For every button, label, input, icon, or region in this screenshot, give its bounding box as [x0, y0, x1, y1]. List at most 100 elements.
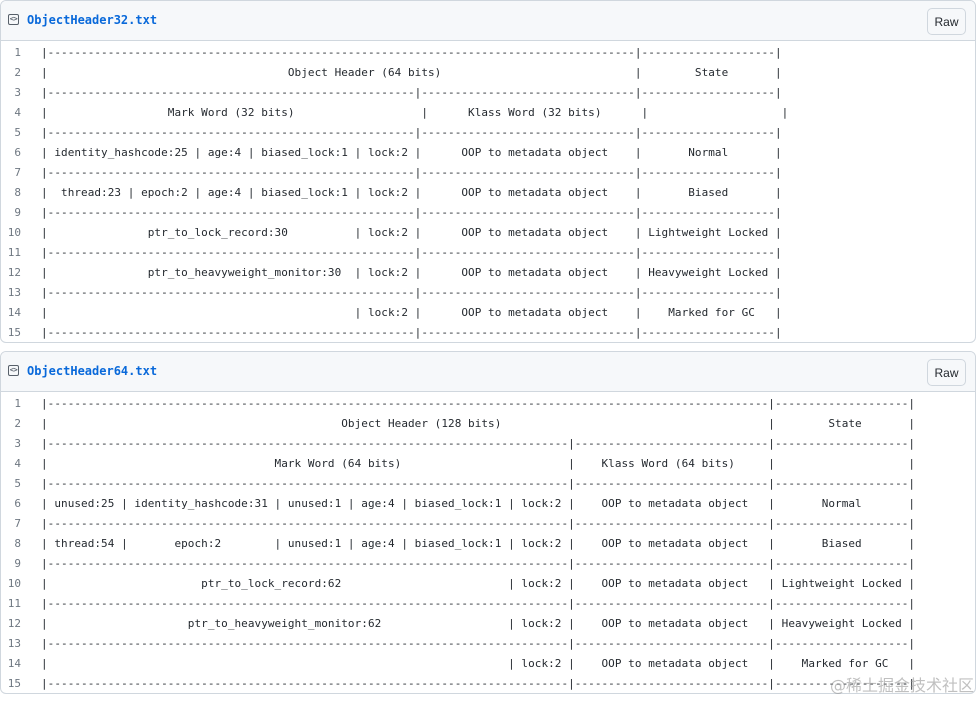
line-number[interactable]: 10 — [1, 577, 41, 590]
raw-button[interactable]: Raw — [927, 8, 966, 35]
raw-button[interactable]: Raw — [927, 359, 966, 386]
code-line: 10 | ptr_to_lock_record:62 | lock:2 | OOP… — [1, 573, 975, 593]
code-line: 8 | thread:54 | epoch:2 | unused:1 | age:… — [1, 533, 975, 553]
code-file-icon: <> — [8, 365, 19, 376]
line-content: | Object Header (128 bits) | State | — [41, 416, 916, 430]
gist-file-objectheader64: <> ObjectHeader64.txt Raw 1 |------------… — [0, 351, 976, 694]
file-name-link[interactable]: ObjectHeader64.txt — [27, 364, 157, 378]
line-content: |---------------------------------------… — [41, 596, 916, 610]
line-content: | | lock:2 | OOP to metadata object | Ma… — [41, 656, 916, 670]
code-line: 12 | ptr_to_heavyweight_monitor:30 | lock… — [1, 262, 975, 282]
line-content: |---------------------------------------… — [41, 285, 782, 299]
line-number[interactable]: 12 — [1, 266, 41, 279]
line-content: | Object Header (64 bits) | State | — [41, 65, 782, 79]
line-content: |---------------------------------------… — [41, 245, 782, 259]
file-header: <> ObjectHeader32.txt Raw — [1, 1, 975, 41]
line-number[interactable]: 5 — [1, 126, 41, 139]
line-number[interactable]: 1 — [1, 397, 41, 410]
line-number[interactable]: 3 — [1, 86, 41, 99]
line-content: |---------------------------------------… — [41, 325, 782, 339]
code-line: 10 | ptr_to_lock_record:30 | lock:2 | OOP… — [1, 222, 975, 242]
line-content: | unused:25 | identity_hashcode:31 | unu… — [41, 496, 916, 510]
line-number[interactable]: 6 — [1, 146, 41, 159]
line-number[interactable]: 8 — [1, 537, 41, 550]
code-file-icon: <> — [8, 14, 19, 25]
code-line: 15 |-------------------------------------… — [1, 673, 975, 693]
line-content: | ptr_to_heavyweight_monitor:62 | lock:2… — [41, 616, 916, 630]
line-number[interactable]: 3 — [1, 437, 41, 450]
line-number[interactable]: 14 — [1, 306, 41, 319]
line-number[interactable]: 2 — [1, 66, 41, 79]
code-block: 1 |--------------------------------------… — [1, 41, 975, 342]
watermark: @稀土掘金技术社区 — [829, 676, 974, 695]
code-line: 15 |-------------------------------------… — [1, 322, 975, 342]
line-content: | ptr_to_lock_record:62 | lock:2 | OOP t… — [41, 576, 916, 590]
code-line: 1 |--------------------------------------… — [1, 42, 975, 62]
code-line: 4 | Mark Word (32 bits) | Klass Word (32 … — [1, 102, 975, 122]
line-number[interactable]: 5 — [1, 477, 41, 490]
line-number[interactable]: 12 — [1, 617, 41, 630]
line-content: | thread:54 | epoch:2 | unused:1 | age:4… — [41, 536, 916, 550]
code-line: 5 |--------------------------------------… — [1, 473, 975, 493]
code-line: 4 | Mark Word (64 bits) | Klass Word (64 … — [1, 453, 975, 473]
line-content: | ptr_to_lock_record:30 | lock:2 | OOP t… — [41, 225, 782, 239]
line-content: |---------------------------------------… — [41, 125, 782, 139]
line-number[interactable]: 2 — [1, 417, 41, 430]
line-content: |---------------------------------------… — [41, 476, 916, 490]
line-number[interactable]: 14 — [1, 657, 41, 670]
line-number[interactable]: 15 — [1, 326, 41, 339]
line-number[interactable]: 4 — [1, 106, 41, 119]
code-line: 3 |--------------------------------------… — [1, 433, 975, 453]
line-content: |---------------------------------------… — [41, 45, 782, 59]
line-content: |---------------------------------------… — [41, 636, 916, 650]
line-number[interactable]: 11 — [1, 597, 41, 610]
line-number[interactable]: 15 — [1, 677, 41, 690]
code-line: 6 | unused:25 | identity_hashcode:31 | un… — [1, 493, 975, 513]
line-number[interactable]: 9 — [1, 206, 41, 219]
line-content: |---------------------------------------… — [41, 396, 916, 410]
file-header: <> ObjectHeader64.txt Raw — [1, 352, 975, 392]
line-content: |---------------------------------------… — [41, 516, 916, 530]
code-line: 9 |--------------------------------------… — [1, 202, 975, 222]
line-number[interactable]: 6 — [1, 497, 41, 510]
line-content: | thread:23 | epoch:2 | age:4 | biased_l… — [41, 185, 782, 199]
code-line: 5 |--------------------------------------… — [1, 122, 975, 142]
code-line: 2 | Object Header (64 bits) | State | — [1, 62, 975, 82]
code-line: 6 | identity_hashcode:25 | age:4 | biased… — [1, 142, 975, 162]
line-number[interactable]: 11 — [1, 246, 41, 259]
line-content: |---------------------------------------… — [41, 676, 916, 690]
code-block: 1 |--------------------------------------… — [1, 392, 975, 693]
line-number[interactable]: 10 — [1, 226, 41, 239]
line-content: | ptr_to_heavyweight_monitor:30 | lock:2… — [41, 265, 782, 279]
line-number[interactable]: 9 — [1, 557, 41, 570]
code-line: 7 |--------------------------------------… — [1, 513, 975, 533]
gist-file-objectheader32: <> ObjectHeader32.txt Raw 1 |------------… — [0, 0, 976, 343]
file-name-link[interactable]: ObjectHeader32.txt — [27, 13, 157, 27]
code-line: 7 |--------------------------------------… — [1, 162, 975, 182]
code-line: 13 |-------------------------------------… — [1, 633, 975, 653]
line-number[interactable]: 13 — [1, 286, 41, 299]
line-number[interactable]: 7 — [1, 166, 41, 179]
line-content: | | lock:2 | OOP to metadata object | Ma… — [41, 305, 782, 319]
code-line: 1 |--------------------------------------… — [1, 393, 975, 413]
code-line: 12 | ptr_to_heavyweight_monitor:62 | lock… — [1, 613, 975, 633]
line-content: |---------------------------------------… — [41, 205, 782, 219]
line-content: | identity_hashcode:25 | age:4 | biased_… — [41, 145, 782, 159]
line-content: |---------------------------------------… — [41, 165, 782, 179]
code-line: 3 |--------------------------------------… — [1, 82, 975, 102]
code-line: 9 |--------------------------------------… — [1, 553, 975, 573]
line-number[interactable]: 4 — [1, 457, 41, 470]
code-line: 11 |-------------------------------------… — [1, 593, 975, 613]
line-content: |---------------------------------------… — [41, 556, 916, 570]
line-number[interactable]: 8 — [1, 186, 41, 199]
code-line: 8 | thread:23 | epoch:2 | age:4 | biased_… — [1, 182, 975, 202]
code-line: 14 | | lock:2 | OOP to metadata object | … — [1, 302, 975, 322]
code-line: 13 |-------------------------------------… — [1, 282, 975, 302]
line-content: |---------------------------------------… — [41, 436, 916, 450]
code-line: 11 |-------------------------------------… — [1, 242, 975, 262]
line-number[interactable]: 1 — [1, 46, 41, 59]
code-line: 2 | Object Header (128 bits) | State | — [1, 413, 975, 433]
line-content: |---------------------------------------… — [41, 85, 782, 99]
line-number[interactable]: 7 — [1, 517, 41, 530]
line-number[interactable]: 13 — [1, 637, 41, 650]
